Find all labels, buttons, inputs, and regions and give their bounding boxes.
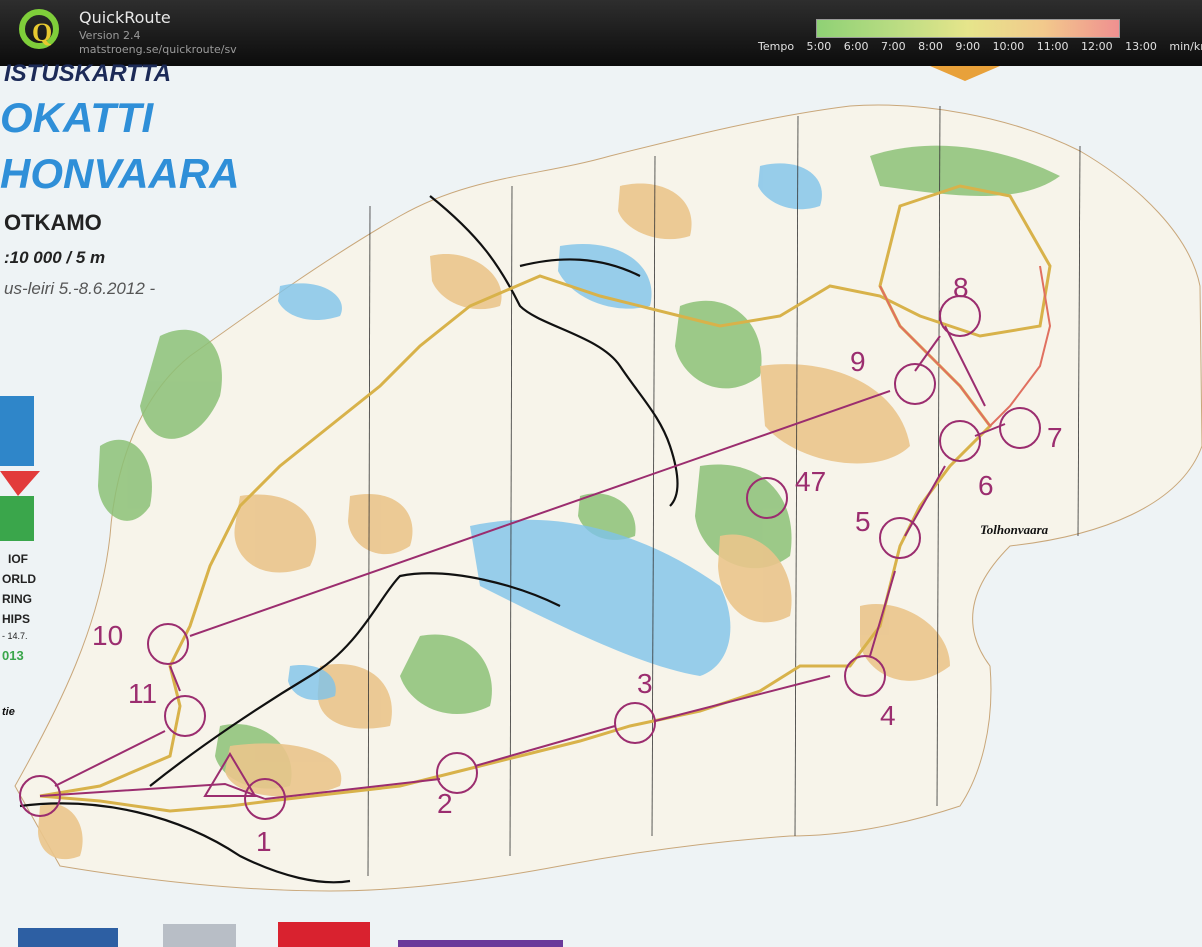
map-header-line4: OTKAMO: [4, 210, 102, 235]
control-number-9: 9: [850, 346, 866, 377]
tempo-tick: 11:00: [1036, 40, 1069, 53]
svg-text:Q: Q: [32, 18, 52, 47]
place-name-tolhonvaara: Tolhonvaara: [980, 522, 1049, 537]
control-number-10: 10: [92, 620, 124, 651]
sponsor-text-4: HIPS: [2, 612, 31, 626]
app-title: QuickRoute: [79, 8, 171, 27]
control-number-3: 3: [637, 668, 653, 699]
orienteering-map[interactable]: ISTUSKARTTA OKATTI HONVAARA OTKAMO :10 0…: [0, 60, 1202, 947]
tempo-legend: Tempo 5:00 6:00 7:00 8:00 9:00 10:00 11:…: [758, 40, 1202, 54]
map-event: us-leiri 5.-8.6.2012 -: [4, 279, 156, 298]
map-header-line2: OKATTI: [0, 94, 154, 141]
sponsor-logo-graphic: [0, 396, 40, 541]
map-header-line3: HONVAARA: [0, 150, 240, 197]
tempo-label: Tempo: [758, 40, 795, 53]
map-canvas: [0, 66, 1202, 947]
sponsor-text-5: - 14.7.: [2, 631, 28, 641]
control-number-1: 1: [256, 826, 272, 857]
app-url[interactable]: matstroeng.se/quickroute/sv: [79, 43, 237, 56]
map-scale: :10 000 / 5 m: [4, 248, 106, 267]
place-name-left-edge: tie: [2, 706, 15, 718]
tempo-tick: 5:00: [806, 40, 832, 53]
control-number-7: 7: [1047, 422, 1063, 453]
tempo-tick: 6:00: [843, 40, 869, 53]
tempo-tick: 9:00: [955, 40, 981, 53]
app-version: Version 2.4: [79, 29, 141, 42]
tempo-tick: 13:00: [1125, 40, 1157, 53]
control-number-5: 5: [855, 506, 871, 537]
control-number-6: 6: [978, 470, 994, 501]
map-header-line1: ISTUSKARTTA: [4, 60, 172, 87]
control-number-11: 11: [128, 678, 158, 709]
tempo-color-scale: [816, 19, 1120, 38]
control-number-47: 47: [795, 466, 827, 497]
sponsor-text-1: IOF: [8, 552, 28, 566]
top-bar: Q QuickRoute Version 2.4 matstroeng.se/q…: [0, 0, 1202, 66]
sponsor-text-6: 013: [2, 648, 24, 663]
sponsor-text-2: ORLD: [2, 572, 36, 586]
control-number-2: 2: [437, 788, 453, 819]
tempo-tick: 10:00: [992, 40, 1025, 53]
control-number-8: 8: [953, 272, 969, 303]
quickroute-q-logo-icon: Q: [19, 9, 59, 49]
tempo-unit: min/km: [1169, 40, 1202, 53]
quickroute-window: Q QuickRoute Version 2.4 matstroeng.se/q…: [0, 0, 1202, 947]
sponsor-text-3: RING: [2, 592, 32, 606]
tempo-tick: 7:00: [880, 40, 906, 53]
control-number-4: 4: [880, 700, 896, 731]
tempo-tick: 8:00: [918, 40, 943, 53]
tempo-tick: 12:00: [1080, 40, 1113, 53]
